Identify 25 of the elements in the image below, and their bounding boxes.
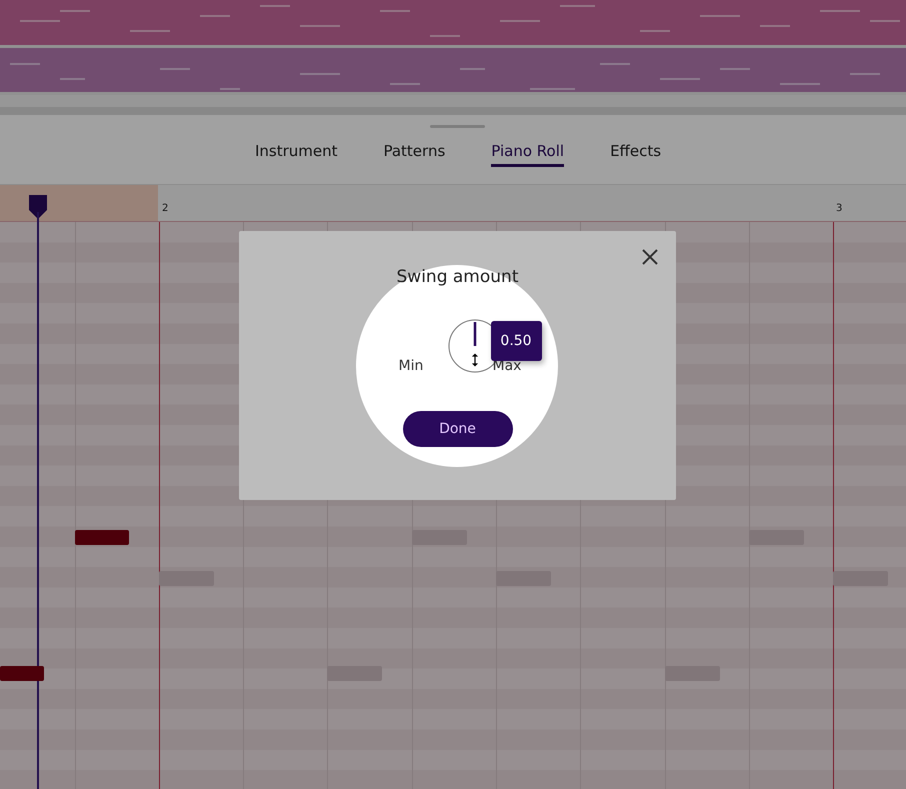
note[interactable] [0, 666, 44, 681]
tab[interactable]: Instrument [254, 142, 338, 167]
tab[interactable]: Effects [610, 142, 662, 167]
bar-number: 2 [162, 203, 168, 214]
note[interactable] [665, 666, 720, 681]
max-label: Max [492, 358, 522, 374]
loop-region[interactable] [0, 185, 158, 221]
bar-number: 3 [836, 203, 842, 214]
resize-cursor-icon [470, 352, 480, 368]
note[interactable] [833, 571, 888, 586]
close-icon[interactable] [641, 248, 659, 266]
playhead-icon[interactable] [28, 194, 48, 220]
tab[interactable]: Piano Roll [491, 142, 564, 167]
pattern-clip[interactable] [0, 48, 906, 92]
note[interactable] [327, 666, 382, 681]
dialog-title: Swing amount [396, 267, 518, 287]
min-label: Min [398, 358, 424, 374]
value-tooltip: 0.50 [490, 321, 542, 361]
note[interactable] [75, 530, 129, 545]
done-button[interactable]: Done [402, 411, 512, 447]
drag-handle[interactable] [430, 125, 485, 128]
note[interactable] [496, 571, 551, 586]
tab[interactable]: Patterns [383, 142, 446, 167]
note[interactable] [159, 571, 214, 586]
pattern-clip[interactable] [0, 0, 906, 45]
